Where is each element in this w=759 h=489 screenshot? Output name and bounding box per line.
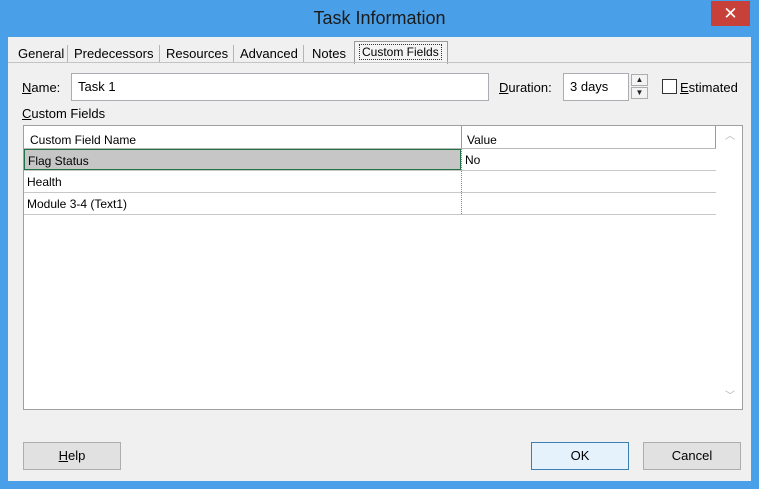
scroll-down-arrow-icon[interactable]: ﹀ [724,392,736,402]
custom-fields-label: Custom Fields [22,106,106,121]
scroll-up-arrow-icon[interactable]: ︿ [724,132,736,142]
tab-general[interactable]: General [14,45,68,63]
spin-up-arrow-icon[interactable]: ▲ [631,74,648,86]
cancel-button[interactable]: Cancel [643,442,741,470]
field-value-cell[interactable] [461,171,716,192]
duration-input[interactable]: 3 days [563,73,629,101]
name-input[interactable]: Task 1 [71,73,489,101]
tab-label: Notes [312,46,346,61]
estimated-label: Estimated [680,80,738,95]
tab-label: Resources [166,46,229,61]
grid-header: Custom Field Name Value [24,126,716,149]
tab-divider [8,62,751,63]
tab-advanced[interactable]: Advanced [236,45,304,63]
field-name-cell[interactable]: Module 3-4 (Text1) [24,193,461,214]
spin-down-arrow-icon[interactable]: ▼ [631,87,648,99]
table-row[interactable]: Module 3-4 (Text1) [24,193,716,215]
tab-label: General [18,46,65,61]
close-button[interactable]: ✕ [711,1,750,26]
help-button[interactable]: Help [23,442,121,470]
title-bar[interactable]: Task Information ✕ [0,0,759,37]
field-value-cell[interactable] [461,193,716,214]
table-row[interactable]: Flag Status No [24,149,716,171]
ok-button[interactable]: OK [531,442,629,470]
tab-resources[interactable]: Resources [162,45,234,63]
custom-fields-grid: Custom Field Name Value Flag Status No H… [23,125,743,410]
tab-label: Predecessors [74,46,154,61]
column-separator[interactable] [715,126,716,148]
estimated-checkbox[interactable] [662,79,677,94]
vertical-scrollbar[interactable]: ︿ ﹀ [718,126,742,409]
field-value-cell[interactable]: No [461,149,716,170]
task-information-dialog: Task Information ✕ General Predecessors … [0,0,759,489]
dialog-title: Task Information [313,8,446,28]
table-row[interactable]: Health [24,171,716,193]
tab-custom-fields[interactable]: Custom Fields [354,41,448,64]
field-name-cell[interactable]: Flag Status [24,149,461,170]
duration-label: Duration: [499,80,552,95]
tab-label: Custom Fields [359,44,442,60]
field-name-cell[interactable]: Health [24,171,461,192]
name-label: Name: [22,80,61,95]
column-header-custom-field-name[interactable]: Custom Field Name [24,126,461,148]
column-header-value[interactable]: Value [461,126,715,148]
tab-predecessors[interactable]: Predecessors [70,45,160,63]
tab-notes[interactable]: Notes [308,45,354,63]
tab-label: Advanced [240,46,298,61]
dialog-body: General Predecessors Resources Advanced … [8,37,751,481]
